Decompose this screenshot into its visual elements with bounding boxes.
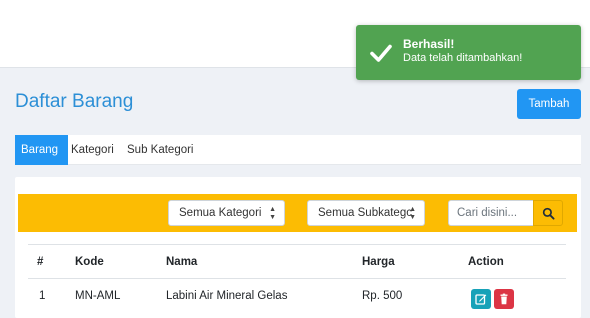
add-button[interactable]: Tambah — [517, 89, 581, 119]
row-number: 1 — [39, 290, 46, 302]
kategori-select[interactable]: Semua Kategori ▲︎ ▼︎ — [168, 200, 285, 226]
row-kode: MN-AML — [75, 290, 121, 302]
subkategori-select-value: Semua Subkategc — [318, 207, 412, 219]
tab-barang[interactable]: Barang — [15, 135, 68, 165]
row-harga: Rp. 500 — [362, 290, 403, 302]
column-header-harga: Harga — [362, 256, 395, 268]
search-icon — [542, 207, 555, 220]
tab-sub-kategori[interactable]: Sub Kategori — [121, 135, 200, 165]
toast-message: Data telah ditambahkan! — [403, 52, 523, 64]
check-icon — [370, 44, 392, 62]
sort-caret-icon: ▲︎ ▼︎ — [269, 206, 276, 221]
search-button[interactable] — [533, 200, 563, 226]
table-top-rule — [28, 244, 566, 245]
row-nama: Labini Air Mineral Gelas — [166, 290, 288, 302]
page-title: Daftar Barang — [15, 91, 134, 112]
column-header-kode: Kode — [75, 256, 104, 268]
tab-kategori[interactable]: Kategori — [65, 135, 120, 165]
kategori-select-value: Semua Kategori — [179, 207, 262, 219]
sort-caret-icon: ▲︎ ▼︎ — [409, 206, 416, 221]
column-header-no: # — [37, 256, 44, 268]
tab-bar: Barang Kategori Sub Kategori — [15, 135, 581, 165]
column-header-nama: Nama — [166, 256, 198, 268]
search-input[interactable] — [448, 200, 533, 226]
subkategori-select[interactable]: Semua Subkategc ▲︎ ▼︎ — [307, 200, 425, 226]
edit-button[interactable] — [471, 289, 491, 309]
delete-button[interactable] — [494, 289, 514, 309]
success-toast[interactable]: Berhasil! Data telah ditambahkan! — [356, 25, 581, 80]
trash-icon — [500, 293, 508, 305]
column-header-action: Action — [468, 256, 504, 268]
table-header-rule — [28, 278, 566, 279]
edit-icon — [475, 294, 487, 305]
toast-title: Berhasil! — [403, 37, 455, 51]
